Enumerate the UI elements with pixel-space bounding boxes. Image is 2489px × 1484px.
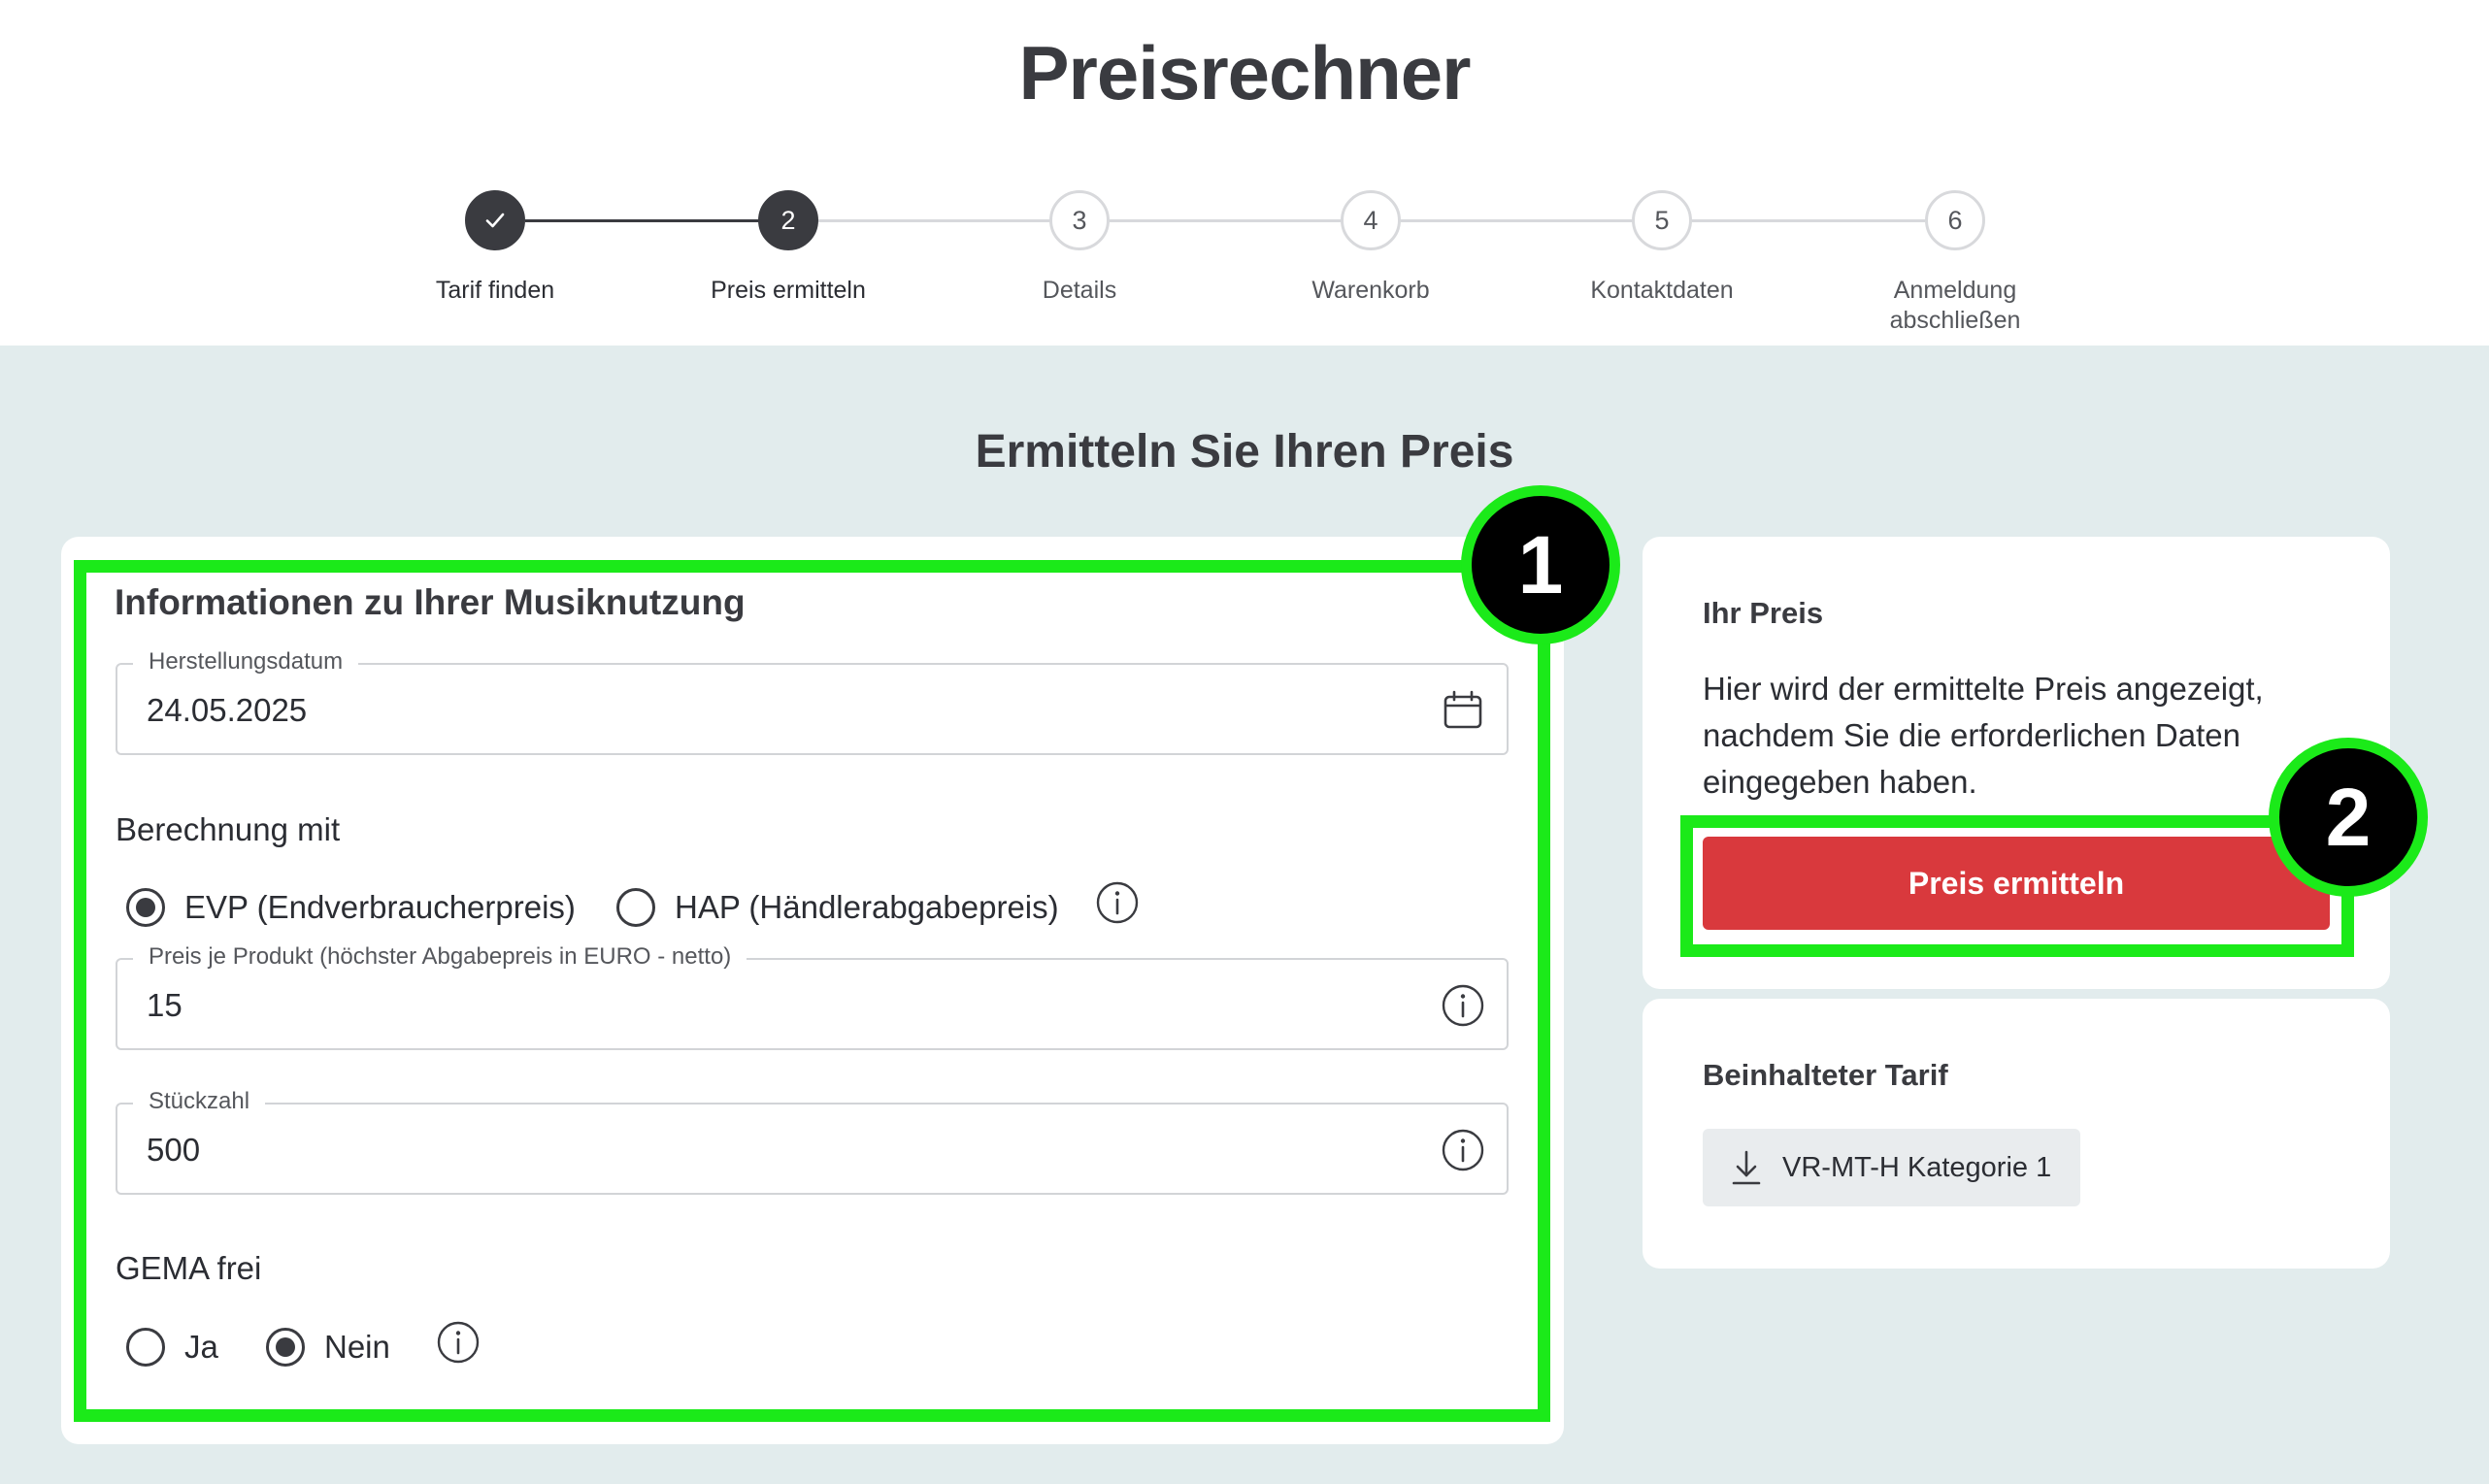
- check-icon: [485, 213, 505, 228]
- step-5-circle: 5: [1632, 190, 1692, 250]
- step-6-label-line1: Anmeldung: [1893, 277, 2017, 304]
- step-connector: [1692, 219, 1925, 222]
- step-3-circle: 3: [1049, 190, 1110, 250]
- step-connector: [1110, 219, 1343, 222]
- step-connector: [818, 219, 1051, 222]
- step-2-label: Preis ermitteln: [711, 277, 866, 304]
- annotation-badge-2: 2: [2269, 738, 2428, 897]
- highlight-box-1: [74, 560, 1550, 1422]
- price-card-text: Hier wird der ermittelte Preis angezeigt…: [1703, 671, 2264, 800]
- download-icon: [1732, 1150, 1761, 1185]
- step-6-label: Anmeldung abschließen: [1829, 276, 2081, 336]
- step-connector: [1401, 219, 1634, 222]
- annotation-badge-1: 1: [1461, 485, 1620, 644]
- step-6-label-line2: abschließen: [1889, 307, 2021, 334]
- tariff-chip-label[interactable]: VR-MT-H Kategorie 1: [1782, 1152, 2051, 1184]
- step-1-circle[interactable]: [465, 190, 525, 250]
- progress-stepper: Tarif finden 2 Preis ermitteln 3 Details…: [0, 0, 2489, 346]
- step-connector: [525, 219, 787, 222]
- header: Preisrechner Tarif finden 2 Preis ermitt…: [0, 0, 2489, 346]
- section-title: Ermitteln Sie Ihren Preis: [975, 426, 1514, 478]
- step-3-label: Details: [1042, 277, 1117, 304]
- step-1-label[interactable]: Tarif finden: [369, 276, 621, 306]
- step-4-label: Warenkorb: [1311, 277, 1430, 304]
- step-4-circle: 4: [1341, 190, 1401, 250]
- tariff-download-chip[interactable]: VR-MT-H Kategorie 1: [1703, 1129, 2081, 1206]
- step-2-circle: 2: [758, 190, 818, 250]
- tariff-card-title: Beinhalteter Tarif: [1703, 1058, 1948, 1092]
- price-card-title: Ihr Preis: [1703, 596, 1824, 630]
- step-5-label: Kontaktdaten: [1590, 277, 1734, 304]
- step-6-circle: 6: [1925, 190, 1985, 250]
- highlight-box-2: [1680, 815, 2354, 957]
